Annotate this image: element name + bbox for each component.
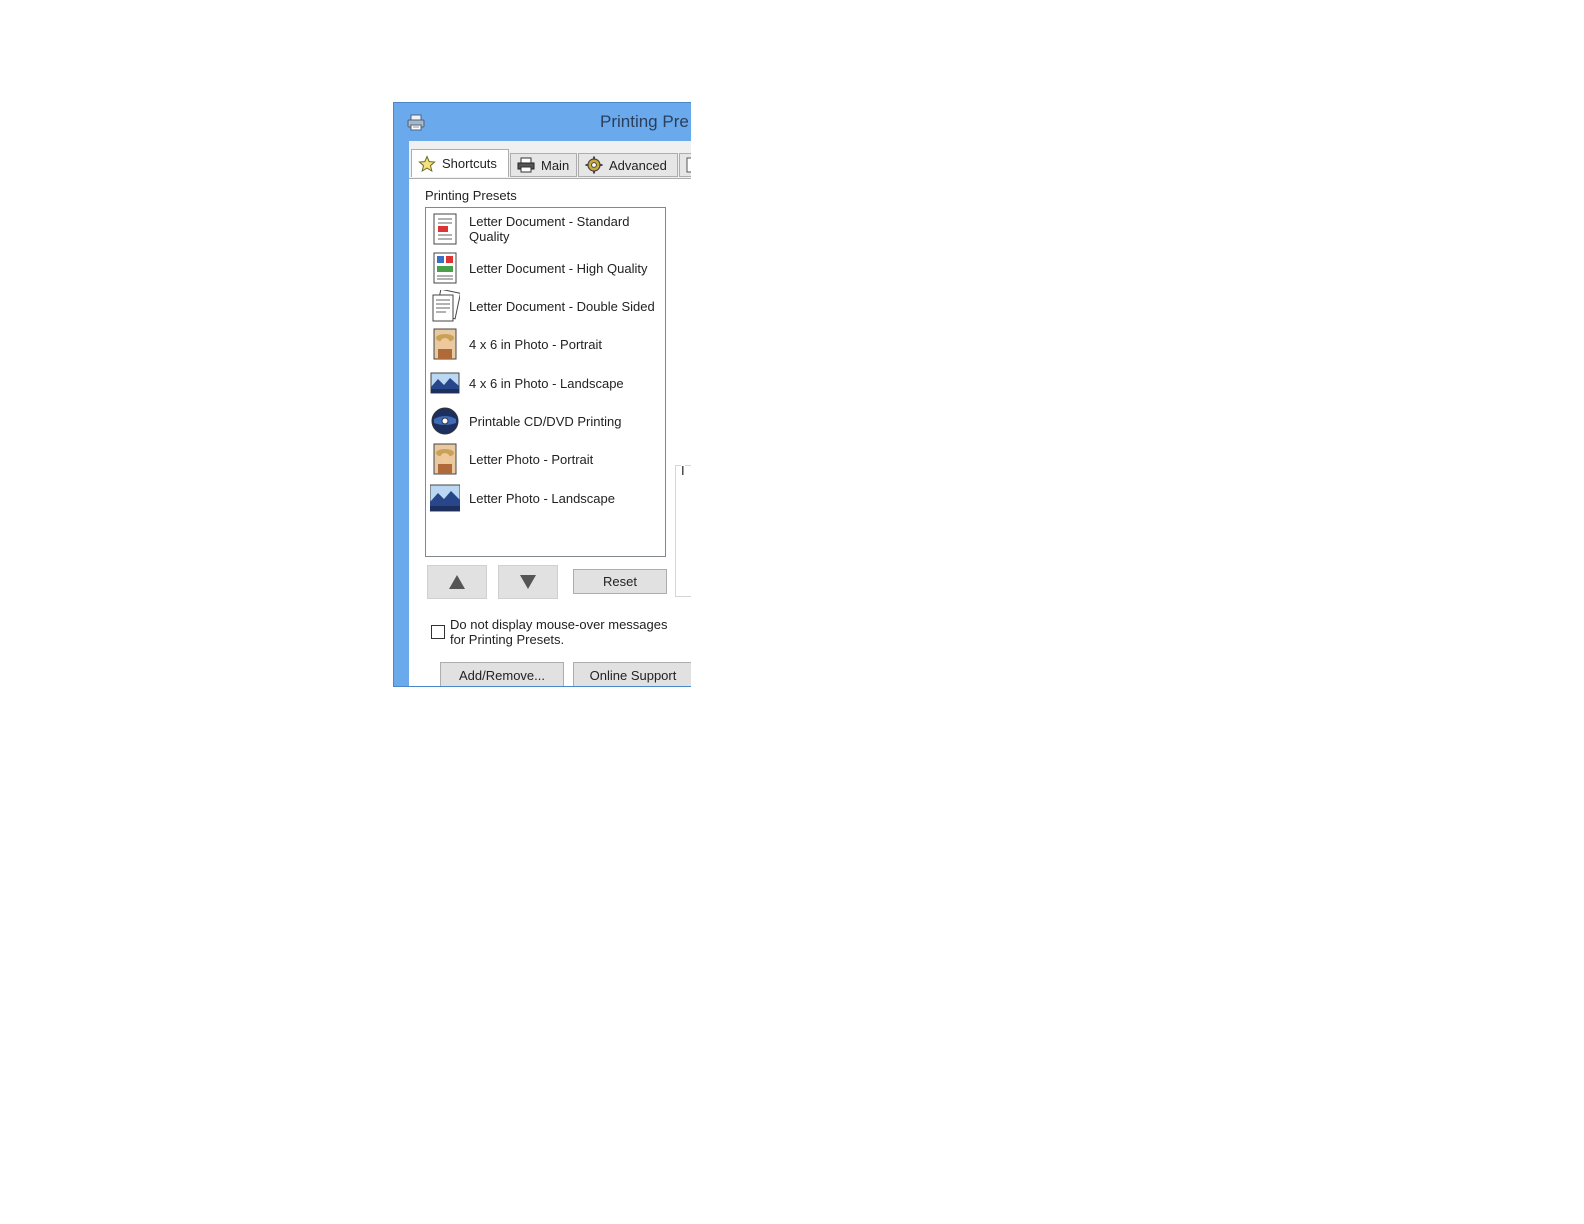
preset-label: Letter Photo - Landscape [469, 490, 615, 506]
photo-landscape-icon [430, 484, 460, 512]
preset-letter-photo-portrait[interactable]: Letter Photo - Portrait [430, 441, 662, 477]
preset-4x6-photo-landscape[interactable]: 4 x 6 in Photo - Landscape [430, 365, 662, 401]
preset-label: Letter Document - Double Sided [469, 298, 655, 314]
preset-4x6-photo-portrait[interactable]: 4 x 6 in Photo - Portrait [430, 326, 662, 362]
tab-shortcuts[interactable]: Shortcuts [411, 149, 509, 177]
printing-presets-list[interactable]: Letter Document - Standard Quality Lette… [425, 207, 666, 557]
document-double-sided-icon [432, 290, 460, 322]
page-icon [686, 157, 691, 173]
triangle-down-icon [520, 575, 536, 589]
tab-strip: Shortcuts Main Advanced [409, 141, 691, 179]
side-group-box [675, 465, 691, 597]
printing-preferences-window: Printing Pre Shortcuts Main Advanced Pri… [393, 102, 691, 687]
tab-more[interactable] [679, 153, 691, 177]
shortcuts-panel: Printing Presets Letter Document - Stand… [409, 178, 691, 686]
add-remove-button[interactable]: Add/Remove... [440, 662, 564, 686]
document-standard-icon [433, 213, 457, 245]
preset-label: 4 x 6 in Photo - Portrait [469, 336, 602, 352]
photo-portrait-icon [433, 443, 457, 475]
preset-label: Printable CD/DVD Printing [469, 413, 622, 429]
move-down-button[interactable] [498, 565, 558, 599]
cd-dvd-icon [431, 407, 459, 435]
window-frame [394, 141, 409, 686]
mouse-over-messages-label: Do not display mouse-over messages for P… [450, 617, 668, 647]
star-icon [418, 154, 436, 172]
mouse-over-messages-checkbox[interactable] [431, 625, 445, 639]
triangle-up-icon [449, 575, 465, 589]
preset-letter-document-double-sided[interactable]: Letter Document - Double Sided [430, 288, 662, 324]
printer-icon [517, 157, 535, 173]
window-title: Printing Pre [600, 112, 689, 131]
preset-label: 4 x 6 in Photo - Landscape [469, 375, 624, 391]
preset-label: Letter Document - Standard Quality [469, 214, 630, 244]
title-bar[interactable]: Printing Pre [394, 103, 691, 141]
side-group-label: I [681, 463, 685, 478]
preset-letter-document-standard[interactable]: Letter Document - Standard Quality [430, 211, 662, 247]
move-up-button[interactable] [427, 565, 487, 599]
tab-advanced[interactable]: Advanced [578, 153, 678, 177]
gear-icon [585, 156, 603, 174]
photo-landscape-icon [430, 372, 460, 394]
online-support-button[interactable]: Online Support [573, 662, 691, 686]
tab-label: Advanced [609, 157, 667, 173]
preset-printable-cd-dvd[interactable]: Printable CD/DVD Printing [430, 403, 662, 439]
preset-letter-document-high[interactable]: Letter Document - High Quality [430, 250, 662, 286]
tab-label: Shortcuts [442, 156, 497, 171]
tab-label: Main [541, 157, 570, 173]
printing-presets-label: Printing Presets [425, 188, 517, 203]
tab-main[interactable]: Main [510, 153, 577, 177]
document-high-quality-icon [433, 252, 457, 284]
preset-label: Letter Document - High Quality [469, 260, 648, 276]
preset-label: Letter Photo - Portrait [469, 451, 594, 467]
reset-button[interactable]: Reset [573, 569, 667, 594]
printer-icon [407, 114, 425, 131]
photo-portrait-icon [433, 328, 457, 360]
preset-letter-photo-landscape[interactable]: Letter Photo - Landscape [430, 480, 662, 516]
